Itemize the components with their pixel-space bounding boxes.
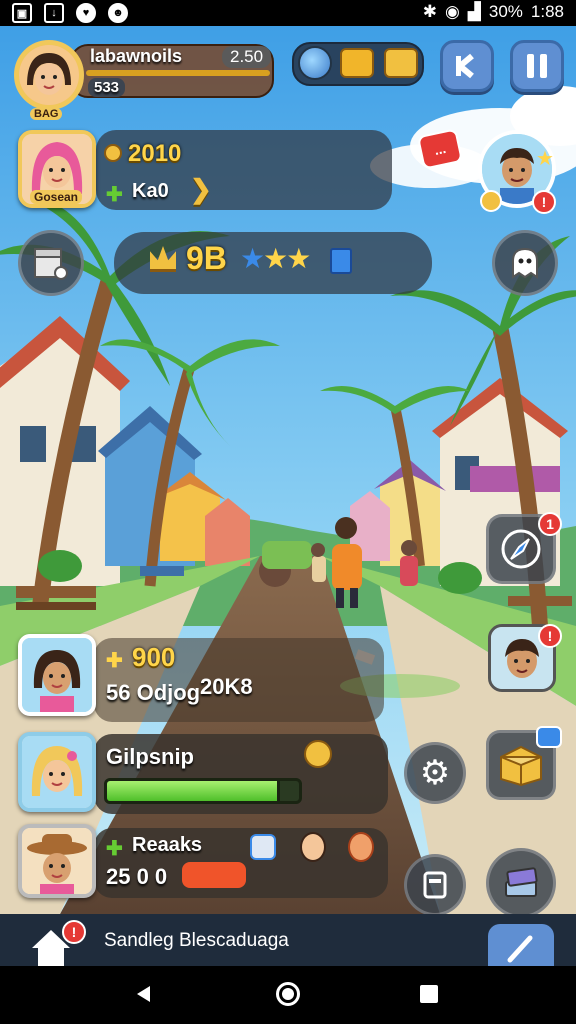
helper-alert-badge: ! (538, 624, 562, 648)
globe-icon[interactable] (298, 46, 332, 80)
player-level-badge: 533 (88, 78, 126, 97)
friend-coins: 2010 (128, 140, 182, 167)
arrow-right-icon[interactable]: ❯ (190, 174, 212, 205)
system-nav-bar (0, 966, 576, 1024)
nav-recents-button[interactable] (420, 985, 438, 1003)
clover-icon: ✚ (106, 184, 123, 206)
game-notification-icon: ☻ (108, 3, 128, 23)
compass-icon (501, 529, 541, 569)
bottom-banner-text: Sandleg Blescaduaga (104, 930, 289, 951)
download-notification-icon: ↓ (44, 3, 64, 23)
player-avatar[interactable] (14, 40, 84, 110)
game-scene[interactable]: labawnoils 2.50 533 BAG Gosean 2010 ✚ Ka… (0, 26, 576, 914)
player-score: 2.50 (222, 46, 272, 68)
triangle-back-icon (137, 986, 150, 1002)
book-stack-icon (505, 867, 538, 897)
friend-name: Gosean (30, 190, 83, 204)
quest-progress-track (104, 778, 302, 804)
home-alert-badge: ! (62, 920, 86, 944)
settings-button[interactable]: ⚙ (404, 742, 466, 804)
rating-book-icon (330, 248, 352, 274)
bottom-banner: ! Sandleg Blescaduaga (0, 914, 576, 966)
rating-value: 9B (186, 240, 227, 276)
storage-box-icon (34, 248, 68, 280)
package-box-icon (500, 745, 542, 787)
edit-button[interactable] (488, 924, 554, 966)
clock: 1:88 (530, 2, 564, 21)
pause-button[interactable] (510, 40, 564, 92)
nav-home-button[interactable] (276, 982, 300, 1006)
pencil-icon (507, 935, 533, 963)
gold-box-icon[interactable] (384, 48, 418, 78)
reward-extra: 20K8 (200, 674, 253, 699)
pet-button[interactable] (492, 230, 558, 296)
task-item-icon (250, 834, 276, 860)
pause-icon (527, 54, 547, 78)
npc-alert-badge: ! (532, 190, 556, 214)
friend-gems: Ka0 (132, 180, 169, 202)
task-value: 25 0 0 (106, 864, 168, 889)
blonde-girl-icon (22, 736, 92, 808)
wifi-icon: ◉ (444, 2, 460, 21)
task-title: Reaaks (132, 834, 203, 856)
image-notification-icon: ▣ (12, 3, 32, 23)
coin-icon (104, 144, 122, 162)
battery-level: 30% (488, 2, 523, 21)
player-name: labawnoils (90, 46, 183, 66)
reward-coins: 900 (132, 642, 176, 672)
clover-icon: ✚ (106, 838, 123, 860)
rating-stars: ★★★ (240, 242, 311, 275)
task-npc2-icon (348, 832, 374, 862)
player-xp-bar (86, 70, 270, 76)
npc-star-icon: ★ (536, 148, 554, 170)
status-bar: ▣ ↓ ♥ ☻ ✱ ◉ ▟ 30% 1:88 (0, 0, 576, 26)
treasure-chest-icon[interactable] (340, 48, 374, 78)
reward-subtitle: 56 Odjog (106, 680, 201, 705)
bluetooth-icon: ✱ (422, 2, 437, 21)
signal-icon: ▟ (467, 2, 481, 21)
ghost-icon (512, 247, 538, 279)
back-button[interactable] (440, 40, 494, 92)
quest-coin-icon (304, 740, 332, 768)
shield-notification-icon: ♥ (76, 3, 96, 23)
quest-title: Gilpsnip (106, 744, 194, 769)
player-sub-badge: BAG (30, 108, 63, 120)
nav-back-button[interactable] (134, 984, 154, 1004)
npc-coin-badge (480, 190, 502, 212)
task-npc-icon (300, 832, 326, 862)
printer-button[interactable] (404, 854, 466, 914)
quest-progress-fill (107, 781, 280, 801)
quest-avatar[interactable] (18, 732, 96, 812)
clover-icon: ✚ (106, 650, 123, 672)
book-button[interactable] (486, 848, 556, 914)
printer-icon (423, 871, 447, 899)
package-mail-badge (536, 726, 562, 748)
gear-icon: ⚙ (419, 754, 451, 792)
task-avatar[interactable] (18, 824, 96, 898)
reward-avatar[interactable] (18, 634, 96, 716)
star-icon: ★ (240, 243, 265, 274)
task-red-button[interactable] (182, 862, 246, 888)
player-face-icon (19, 45, 79, 105)
girl-face-icon (22, 638, 92, 712)
compass-alert-badge: 1 (538, 512, 562, 536)
inventory-button[interactable] (18, 230, 84, 296)
back-arrow-icon (456, 53, 474, 79)
star-icon: ★ (263, 243, 288, 274)
hat-girl-icon (22, 828, 92, 894)
star-icon: ★ (286, 243, 311, 274)
chat-bubble-text: ... (432, 139, 448, 159)
circle-home-icon (282, 988, 294, 1000)
